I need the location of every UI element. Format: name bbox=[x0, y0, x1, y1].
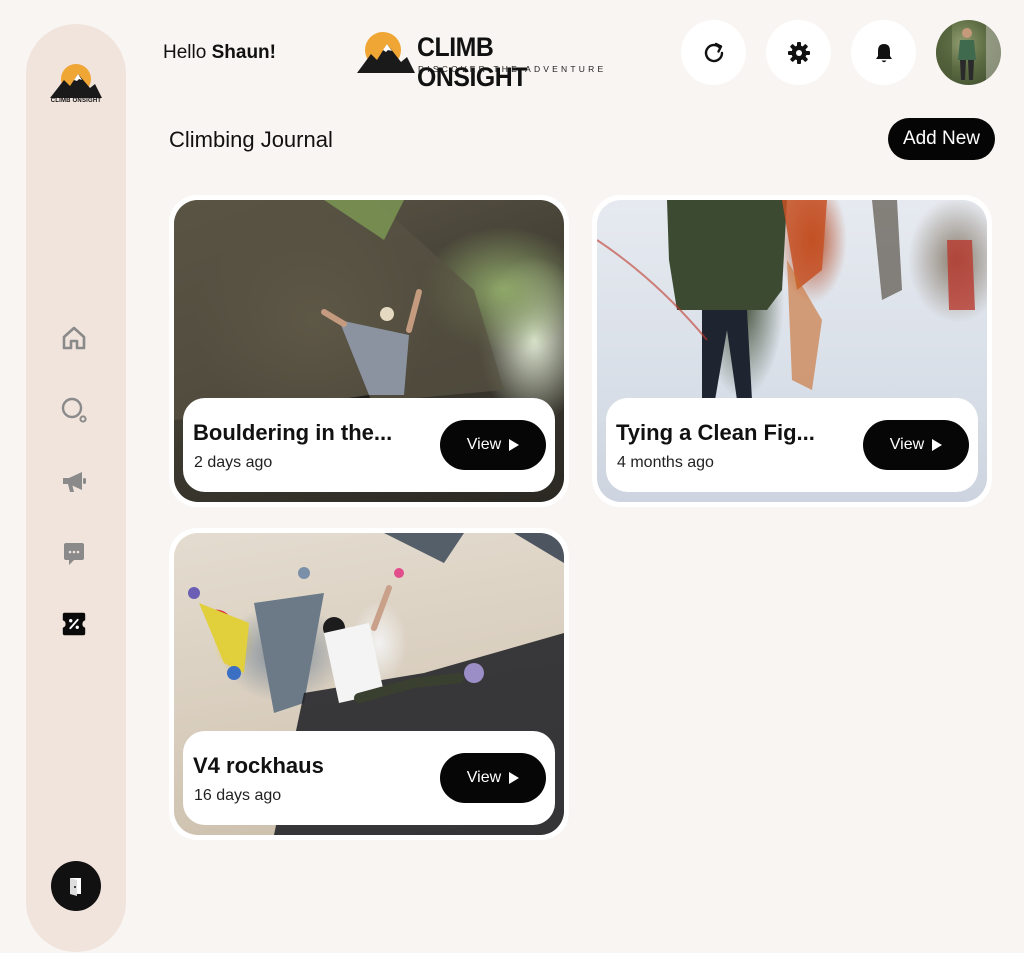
notifications-button[interactable] bbox=[851, 20, 916, 85]
refresh-button[interactable] bbox=[681, 20, 746, 85]
user-name: Shaun! bbox=[211, 42, 276, 63]
view-button-label: View bbox=[466, 769, 502, 786]
sidebar-logo[interactable]: CLIMB ONSIGHT bbox=[50, 64, 102, 108]
sidebar-item-messages[interactable] bbox=[60, 540, 88, 568]
page-title: Climbing Journal bbox=[169, 127, 333, 152]
journal-entry-card[interactable]: V4 rockhaus 16 days ago View bbox=[169, 528, 569, 840]
brand-name: CLIMB ONSIGHT bbox=[417, 32, 527, 92]
journal-entry-card[interactable]: Tying a Clean Fig... 4 months ago View bbox=[592, 195, 992, 507]
brand-logo[interactable]: CLIMB ONSIGHT DISCOVER THE ADVENTURE bbox=[357, 28, 607, 92]
greeting-text: Hello bbox=[163, 42, 207, 63]
gear-icon bbox=[787, 41, 810, 64]
play-icon bbox=[509, 439, 520, 451]
sidebar-item-announcements[interactable] bbox=[60, 468, 88, 496]
entry-date: 2 days ago bbox=[194, 454, 273, 471]
entry-title: V4 rockhaus bbox=[193, 753, 324, 778]
brand-tagline: DISCOVER THE ADVENTURE bbox=[418, 64, 607, 74]
megaphone-icon bbox=[63, 472, 86, 492]
logout-icon bbox=[70, 878, 81, 896]
greeting: Hello Shaun! bbox=[163, 42, 276, 64]
refresh-icon bbox=[704, 42, 723, 62]
journal-entry-card[interactable]: Bouldering in the... 2 days ago View bbox=[169, 195, 569, 507]
play-icon bbox=[509, 772, 520, 784]
view-button[interactable]: View bbox=[440, 753, 546, 803]
sidebar-item-search[interactable] bbox=[60, 396, 88, 424]
sidebar-logo-text: CLIMB ONSIGHT bbox=[50, 98, 102, 104]
search-icon bbox=[61, 397, 87, 423]
entry-title: Bouldering in the... bbox=[193, 420, 393, 445]
view-button[interactable]: View bbox=[863, 420, 969, 470]
play-icon bbox=[932, 439, 943, 451]
entry-info: Tying a Clean Fig... 4 months ago View bbox=[606, 398, 978, 492]
entry-date: 4 months ago bbox=[617, 454, 714, 471]
ticket-icon bbox=[62, 612, 86, 636]
view-button[interactable]: View bbox=[440, 420, 546, 470]
entry-date: 16 days ago bbox=[194, 787, 282, 804]
chat-icon bbox=[64, 543, 84, 565]
entry-info: Bouldering in the... 2 days ago View bbox=[183, 398, 555, 492]
mountain-icon bbox=[50, 74, 102, 98]
view-button-label: View bbox=[466, 436, 502, 453]
view-button-label: View bbox=[889, 436, 925, 453]
mountain-icon bbox=[357, 44, 415, 73]
home-icon bbox=[62, 326, 86, 350]
avatar[interactable] bbox=[936, 20, 1001, 85]
sidebar-item-home[interactable] bbox=[60, 324, 88, 352]
settings-button[interactable] bbox=[766, 20, 831, 85]
entry-title: Tying a Clean Fig... bbox=[616, 420, 815, 445]
bell-icon bbox=[875, 43, 892, 62]
logout-button[interactable] bbox=[51, 861, 101, 911]
user-photo bbox=[936, 20, 1001, 85]
sidebar-item-journal[interactable] bbox=[60, 610, 88, 638]
entry-info: V4 rockhaus 16 days ago View bbox=[183, 731, 555, 825]
add-new-button[interactable]: Add New bbox=[888, 118, 995, 160]
sidebar: CLIMB ONSIGHT bbox=[26, 24, 126, 952]
